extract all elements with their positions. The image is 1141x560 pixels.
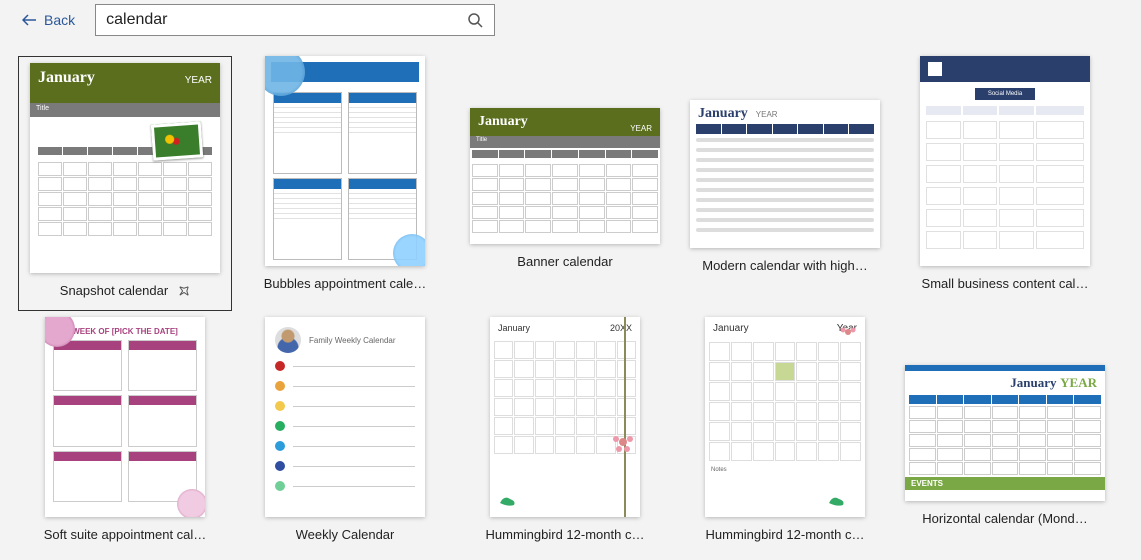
template-thumbnail: JanuaryYEAR bbox=[690, 100, 880, 248]
template-thumbnail: WEEK OF bbox=[265, 56, 425, 266]
arrow-left-icon bbox=[22, 14, 36, 26]
hummingbird-icon bbox=[827, 493, 847, 509]
template-card[interactable]: JanuaryYear Notes Hummingbird 12-month c… bbox=[678, 317, 892, 548]
template-thumbnail: JanuaryYEAR Title bbox=[30, 63, 220, 273]
template-thumbnail: JanuaryYear Notes bbox=[705, 317, 865, 517]
template-card[interactable]: January YEAR EVENTS Horizontal calendar … bbox=[898, 317, 1112, 548]
template-grid: JanuaryYEAR Title Snapshot calendar bbox=[0, 44, 1141, 560]
template-card[interactable]: WEEK OF [PICK THE DATE] Soft suite appoi… bbox=[18, 317, 232, 548]
search-box[interactable] bbox=[95, 4, 495, 36]
template-label: Weekly Calendar bbox=[296, 527, 395, 542]
search-icon bbox=[467, 12, 483, 28]
template-thumbnail: January20XX bbox=[490, 317, 640, 517]
template-thumbnail: Social Media bbox=[920, 56, 1090, 266]
template-card[interactable]: Family Weekly Calendar Weekly Calendar bbox=[238, 317, 452, 548]
template-label: Modern calendar with high… bbox=[702, 258, 867, 273]
template-label: Soft suite appointment cal… bbox=[44, 527, 207, 542]
back-button[interactable]: Back bbox=[22, 12, 75, 28]
template-card[interactable]: JanuaryYEAR Modern calendar with high… bbox=[678, 56, 892, 311]
template-thumbnail: WEEK OF [PICK THE DATE] bbox=[45, 317, 205, 517]
template-thumbnail: JanuaryYEAR Title bbox=[470, 108, 660, 244]
template-label: Hummingbird 12-month c… bbox=[486, 527, 645, 542]
template-thumbnail: Family Weekly Calendar bbox=[265, 317, 425, 517]
template-card[interactable]: JanuaryYEAR Title Snapshot calendar bbox=[18, 56, 232, 311]
template-thumbnail: January YEAR EVENTS bbox=[905, 365, 1105, 501]
hummingbird-icon bbox=[498, 493, 518, 509]
template-card[interactable]: WEEK OF Bubbles appointment cale… bbox=[238, 56, 452, 311]
flower-icon bbox=[837, 321, 859, 343]
template-card[interactable]: Social Media Small business content cal… bbox=[898, 56, 1112, 311]
template-card[interactable]: JanuaryYEAR Title Banner calendar bbox=[458, 56, 672, 311]
template-label: Small business content cal… bbox=[922, 276, 1089, 291]
search-input[interactable] bbox=[106, 11, 462, 29]
pin-icon[interactable] bbox=[176, 282, 193, 299]
template-label: Horizontal calendar (Mond… bbox=[922, 511, 1087, 526]
template-label: Bubbles appointment cale… bbox=[264, 276, 427, 291]
template-label: Snapshot calendar bbox=[60, 283, 168, 298]
template-label: Hummingbird 12-month c… bbox=[706, 527, 865, 542]
template-card[interactable]: January20XX Hummingbird 12-month c… bbox=[458, 317, 672, 548]
search-button[interactable] bbox=[462, 7, 488, 33]
back-label: Back bbox=[44, 12, 75, 28]
template-label: Banner calendar bbox=[517, 254, 612, 269]
flower-icon bbox=[608, 427, 638, 457]
